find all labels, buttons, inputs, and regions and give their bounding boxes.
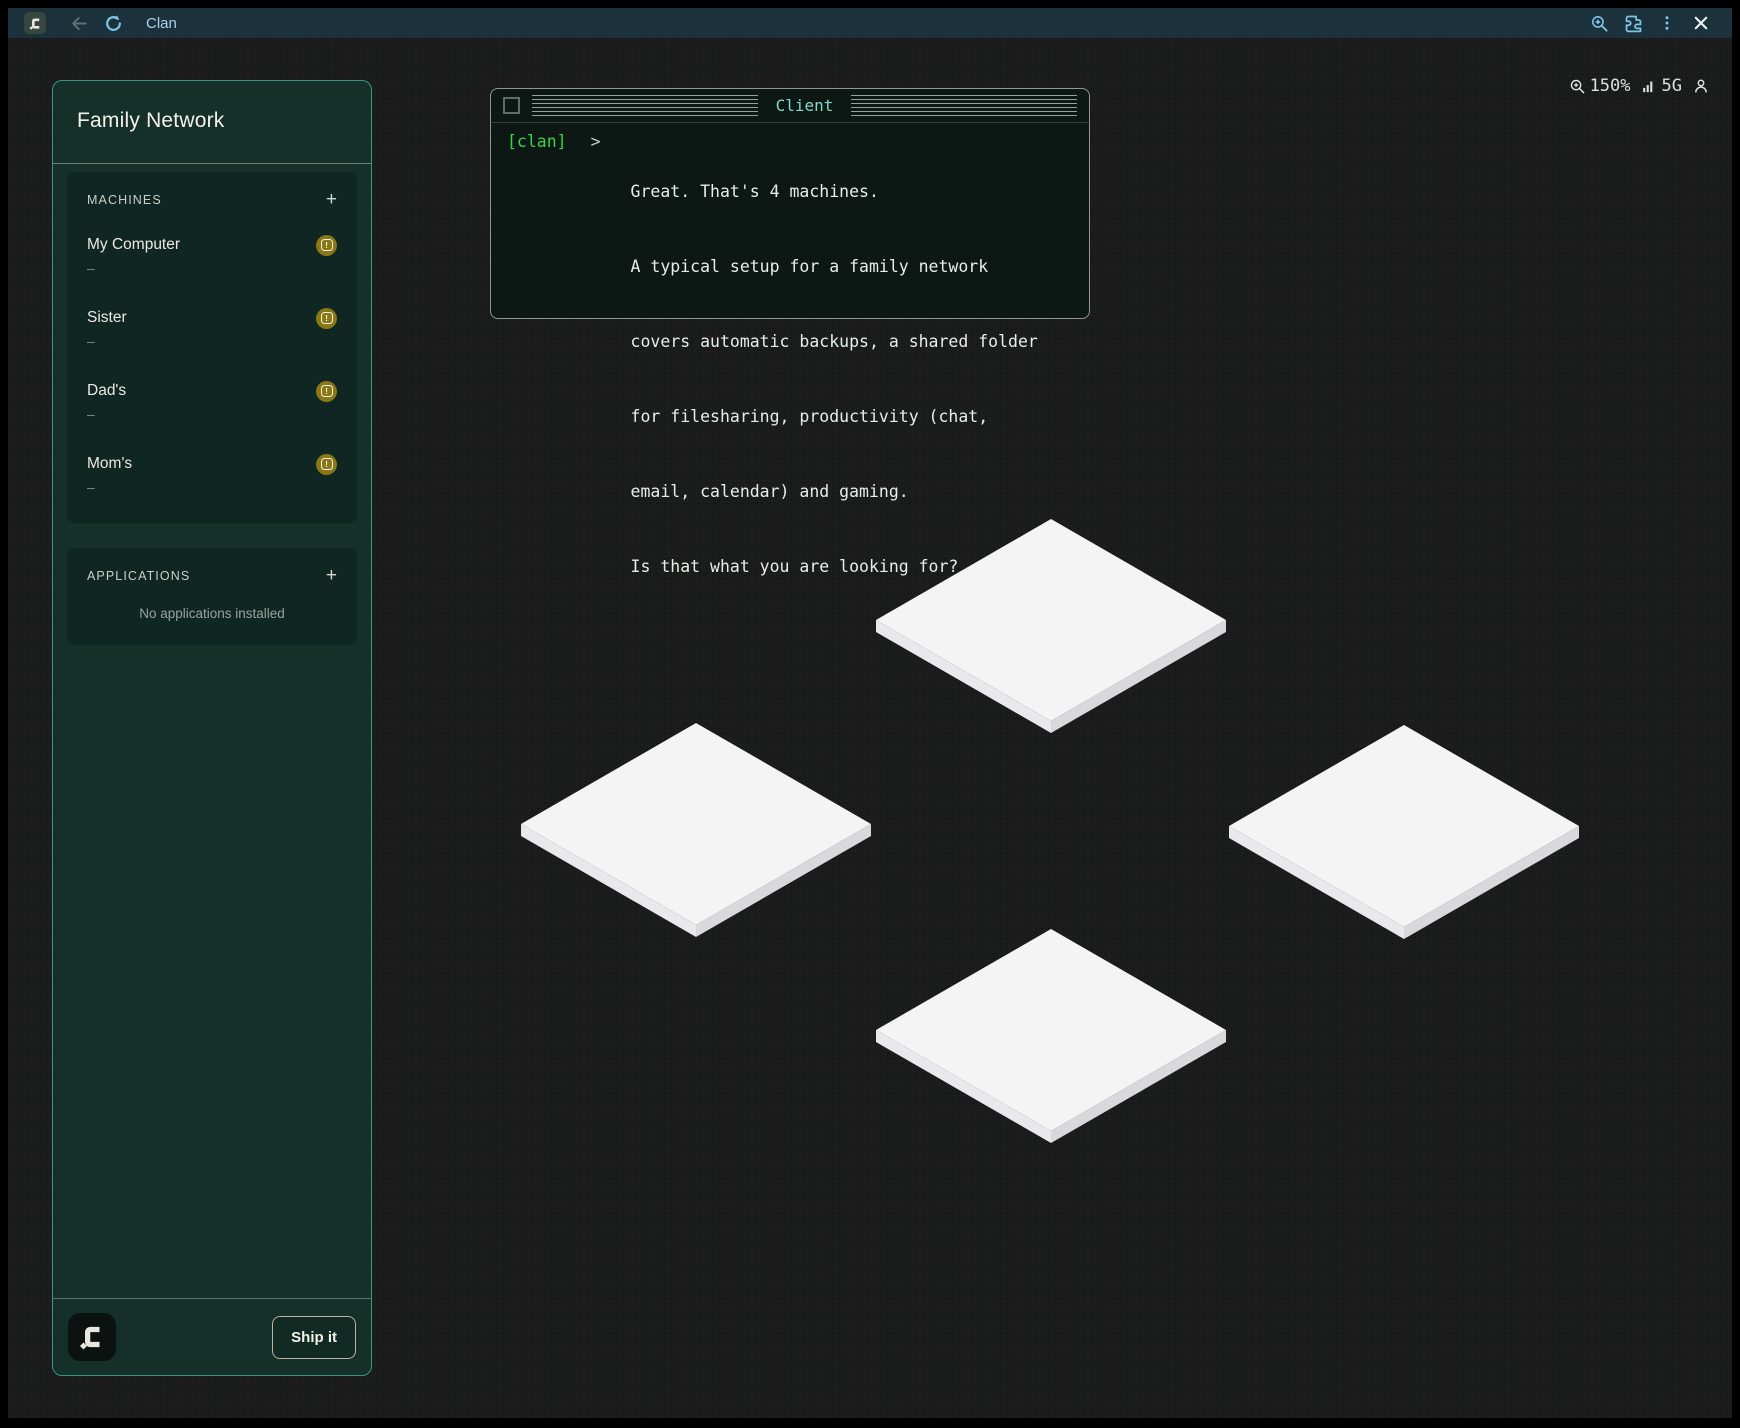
clan-app-icon <box>24 12 46 34</box>
warning-icon: ! <box>316 235 337 256</box>
terminal-prompt: [clan] <box>507 129 567 154</box>
sidebar-header: Family Network <box>53 81 371 164</box>
warning-icon: ! <box>316 454 337 475</box>
machine-status: – <box>87 477 337 497</box>
back-arrow-icon <box>70 14 89 33</box>
titlebar-lines-right <box>851 95 1077 116</box>
client-dialog-body: [clan] > Great. That's 4 machines. A typ… <box>491 123 1089 635</box>
network-indicator: 5G <box>1641 76 1682 96</box>
page-title: Clan <box>146 15 177 32</box>
machine-item[interactable]: Dad's ! – <box>87 380 337 424</box>
sidebar: Family Network MACHINES + My Computer ! … <box>52 80 372 1376</box>
back-button[interactable] <box>62 11 96 35</box>
zoom-level-indicator[interactable]: 150% <box>1569 76 1631 96</box>
zoom-button[interactable] <box>1582 11 1616 35</box>
clan-logo-icon <box>77 1322 107 1352</box>
person-icon[interactable] <box>1692 77 1710 95</box>
machine-tile[interactable] <box>1228 724 1580 940</box>
machines-header: MACHINES <box>87 193 162 207</box>
browser-top-bar: Clan <box>8 8 1732 38</box>
machine-name: Dad's <box>87 380 126 402</box>
terminal-prompt-arrow: > <box>591 129 601 154</box>
machine-name: Sister <box>87 307 127 329</box>
kebab-menu-icon <box>1658 14 1676 32</box>
signal-bars-icon <box>1641 78 1658 95</box>
client-dialog-title: Client <box>770 96 840 115</box>
network-type-value: 5G <box>1662 76 1682 96</box>
warning-icon: ! <box>316 381 337 402</box>
machine-name: My Computer <box>87 234 180 256</box>
hud-status: 150% 5G <box>1569 76 1710 96</box>
clan-logo-icon <box>28 16 43 31</box>
machines-panel: MACHINES + My Computer ! – Sister ! – <box>67 172 357 523</box>
extensions-button[interactable] <box>1616 11 1650 35</box>
machine-item[interactable]: My Computer ! – <box>87 234 337 278</box>
refresh-button[interactable] <box>96 11 130 35</box>
applications-empty-text: No applications installed <box>87 606 337 625</box>
machine-status: – <box>87 404 337 424</box>
applications-panel: APPLICATIONS + No applications installed <box>67 548 357 645</box>
add-application-button[interactable]: + <box>326 568 337 584</box>
sidebar-footer: Ship it <box>53 1298 371 1375</box>
magnifier-plus-icon <box>1569 78 1586 95</box>
close-icon <box>1692 14 1710 32</box>
machine-item[interactable]: Sister ! – <box>87 307 337 351</box>
zoom-in-magnifier-icon <box>1590 14 1609 33</box>
machine-item[interactable]: Mom's ! – <box>87 453 337 497</box>
sidebar-content: MACHINES + My Computer ! – Sister ! – <box>53 164 371 1298</box>
network-title: Family Network <box>77 109 347 133</box>
menu-button[interactable] <box>1650 11 1684 35</box>
applications-header: APPLICATIONS <box>87 569 190 583</box>
warning-icon: ! <box>316 308 337 329</box>
machine-status: – <box>87 258 337 278</box>
machine-tile[interactable] <box>520 722 872 938</box>
app-window: Clan <box>8 8 1732 1418</box>
machine-name: Mom's <box>87 453 132 475</box>
ship-it-button[interactable]: Ship it <box>272 1316 356 1359</box>
zoom-level-value: 150% <box>1590 76 1631 96</box>
client-dialog: Client [clan] > Great. That's 4 machines… <box>490 88 1090 319</box>
machine-tile[interactable] <box>875 928 1227 1144</box>
titlebar-lines-left <box>532 95 758 116</box>
terminal-message: Great. That's 4 machines. A typical setu… <box>631 129 1038 629</box>
machine-status: – <box>87 331 337 351</box>
client-dialog-titlebar[interactable]: Client <box>491 89 1089 123</box>
dialog-checkbox-icon[interactable] <box>503 97 520 114</box>
add-machine-button[interactable]: + <box>326 192 337 208</box>
refresh-icon <box>104 14 123 33</box>
close-button[interactable] <box>1684 11 1718 35</box>
clan-logo <box>68 1313 116 1361</box>
puzzle-piece-icon <box>1623 13 1644 34</box>
